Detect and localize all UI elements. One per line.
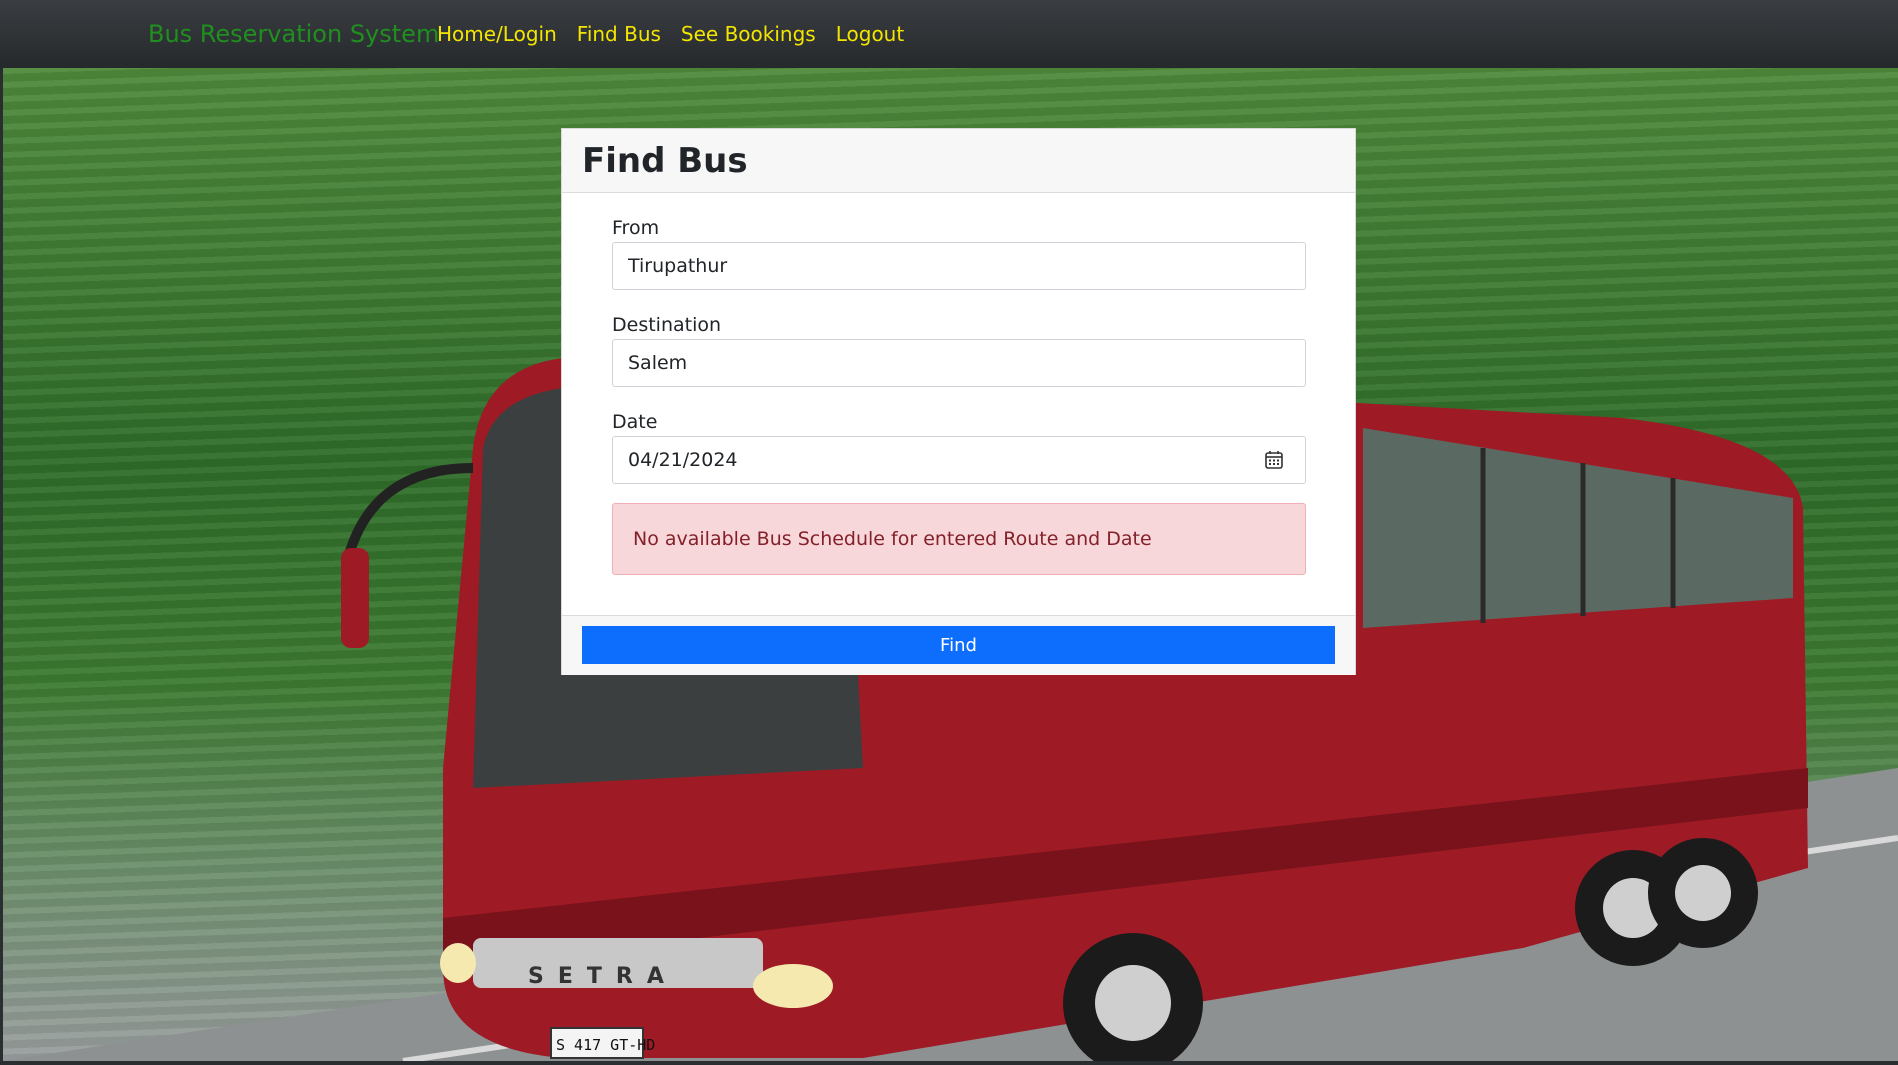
card-header: Find Bus: [562, 129, 1355, 193]
find-bus-card: Find Bus From Destination Date No availa…: [561, 128, 1356, 675]
navbar: Bus Reservation System Home/Login Find B…: [0, 0, 1898, 68]
nav-find-bus[interactable]: Find Bus: [577, 22, 661, 46]
destination-label: Destination: [612, 314, 722, 336]
bus-brand-text: SETRA: [528, 964, 678, 989]
date-label: Date: [612, 411, 658, 433]
nav-links: Home/Login Find Bus See Bookings Logout: [437, 22, 904, 46]
card-footer: Find: [562, 615, 1355, 675]
destination-input[interactable]: [612, 339, 1306, 387]
no-schedule-alert: No available Bus Schedule for entered Ro…: [612, 503, 1306, 575]
calendar-icon[interactable]: [1264, 450, 1284, 470]
brand-link[interactable]: Bus Reservation System: [148, 20, 439, 48]
date-input[interactable]: [612, 436, 1306, 484]
from-label: From: [612, 217, 660, 239]
page-title: Find Bus: [582, 141, 748, 181]
nav-see-bookings[interactable]: See Bookings: [681, 22, 816, 46]
from-input[interactable]: [612, 242, 1306, 290]
nav-home-login[interactable]: Home/Login: [437, 22, 557, 46]
alert-message: No available Bus Schedule for entered Ro…: [633, 528, 1152, 550]
nav-logout[interactable]: Logout: [836, 22, 904, 46]
find-button[interactable]: Find: [582, 626, 1335, 664]
license-plate-text: S 417 GT-HD: [556, 1036, 655, 1054]
